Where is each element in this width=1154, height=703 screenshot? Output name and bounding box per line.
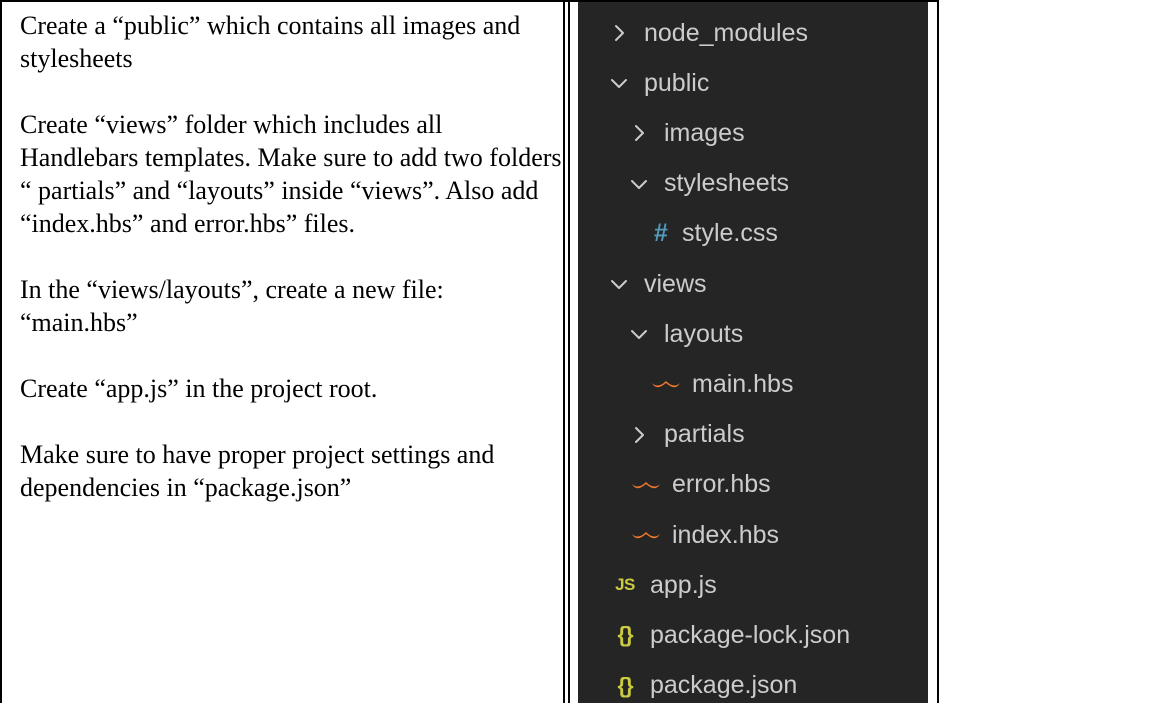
explorer-file-main-hbs[interactable]: main.hbs <box>578 359 928 409</box>
table-border-left <box>0 0 2 703</box>
table-border-right <box>937 0 939 703</box>
instruction-app-js: Create “app.js” in the project root. <box>20 374 378 403</box>
explorer-item-label: partials <box>664 420 745 449</box>
json-icon: {} <box>617 672 633 698</box>
explorer-folder-node-modules[interactable]: node_modules <box>578 8 928 58</box>
vscode-file-explorer: node_modulespublic images stylesheets # styl… <box>578 2 928 703</box>
handlebars-icon <box>630 479 662 491</box>
chevron-down-icon[interactable] <box>610 275 628 293</box>
explorer-folder-partials[interactable]: partials <box>578 410 928 460</box>
explorer-item-label: index.hbs <box>672 520 780 549</box>
explorer-file-style-css[interactable]: # style.css <box>578 209 928 259</box>
chevron-right-icon[interactable] <box>630 426 648 444</box>
explorer-item-label: package.json <box>650 671 798 700</box>
instruction-public: Create a “public” which contains all ima… <box>20 11 521 73</box>
json-icon: {} <box>617 622 633 648</box>
explorer-file-error-hbs[interactable]: error.hbs <box>578 460 928 510</box>
document-table: Create a “public” which contains all ima… <box>0 0 1154 703</box>
explorer-item-label: app.js <box>650 570 717 599</box>
explorer-item-label: main.hbs <box>692 369 794 398</box>
css-hash-icon: # <box>654 219 668 248</box>
explorer-item-label: public <box>644 68 710 97</box>
table-border-middle-right <box>568 0 570 703</box>
table-border-middle-left <box>563 0 565 703</box>
explorer-item-label: error.hbs <box>672 470 771 499</box>
explorer-item-label: style.css <box>682 219 778 248</box>
explorer-file-package-json[interactable]: {} package.json <box>578 661 928 703</box>
chevron-right-icon[interactable] <box>630 124 648 142</box>
explorer-folder-public[interactable]: public <box>578 58 928 108</box>
explorer-item-label: layouts <box>664 319 744 348</box>
instruction-layouts: In the “views/layouts”, create a new fil… <box>20 275 444 337</box>
chevron-right-icon[interactable] <box>610 24 628 42</box>
explorer-folder-images[interactable]: images <box>578 108 928 158</box>
explorer-folder-stylesheets[interactable]: stylesheets <box>578 159 928 209</box>
explorer-item-label: package-lock.json <box>650 620 851 649</box>
explorer-folder-layouts[interactable]: layouts <box>578 309 928 359</box>
explorer-item-label: stylesheets <box>664 169 790 198</box>
instructions-cell: Create a “public” which contains all ima… <box>3 3 563 703</box>
chevron-down-icon[interactable] <box>610 74 628 92</box>
js-icon: JS <box>615 575 635 595</box>
chevron-down-icon[interactable] <box>630 325 648 343</box>
explorer-item-label: views <box>644 269 707 298</box>
explorer-file-index-hbs[interactable]: index.hbs <box>578 510 928 560</box>
instruction-views: Create “views” folder which includes all… <box>20 110 562 238</box>
instruction-package-json: Make sure to have proper project setting… <box>20 440 495 502</box>
explorer-folder-views[interactable]: views <box>578 259 928 309</box>
chevron-down-icon[interactable] <box>630 175 648 193</box>
explorer-file-package-lock-json[interactable]: {} package-lock.json <box>578 610 928 660</box>
explorer-file-app-js[interactable]: JS app.js <box>578 560 928 610</box>
handlebars-icon <box>650 378 682 390</box>
explorer-item-label: node_modules <box>644 18 809 47</box>
explorer-item-label: images <box>664 118 745 147</box>
handlebars-icon <box>630 529 662 541</box>
